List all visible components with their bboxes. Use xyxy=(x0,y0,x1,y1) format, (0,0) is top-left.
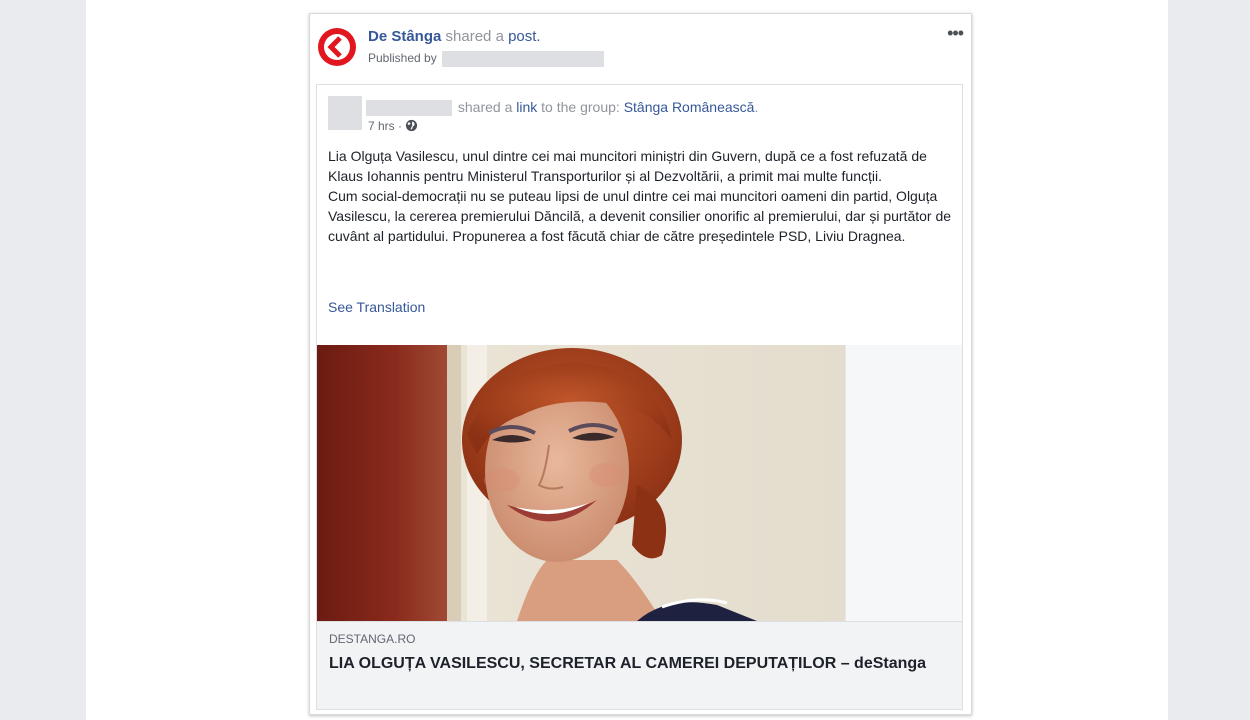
group-suffix: . xyxy=(754,99,759,115)
redacted-user-name[interactable] xyxy=(366,100,452,117)
time-separator: · xyxy=(398,119,403,133)
page-name-link[interactable]: De Stânga xyxy=(368,28,441,45)
shared-post-card: De Stânga shared a post. Published by ••… xyxy=(309,13,972,715)
post-paragraph-2: Cum social-democrații nu se puteau lipsi… xyxy=(328,188,952,244)
link-title[interactable]: LIA OLGUȚA VASILESCU, SECRETAR AL CAMERE… xyxy=(329,653,939,675)
shared-inner-post: shared a link to the group: Stânga Român… xyxy=(316,84,963,710)
more-options-icon[interactable]: ••• xyxy=(947,24,964,42)
globe-icon[interactable] xyxy=(405,119,418,132)
page-logo-avatar[interactable] xyxy=(318,28,356,66)
post-header: De Stânga shared a post. xyxy=(368,28,541,45)
group-name-link[interactable]: Stânga Românească xyxy=(624,99,755,115)
link-domain: DESTANGA.RO xyxy=(329,632,416,646)
post-paragraph-1: Lia Olguța Vasilescu, unul dintre cei ma… xyxy=(328,148,927,184)
photo-side-area xyxy=(845,345,962,621)
shared-link-word[interactable]: link xyxy=(516,99,537,115)
link-preview-photo[interactable] xyxy=(317,345,845,621)
woman-portrait-image xyxy=(317,345,845,621)
post-body-text: Lia Olguța Vasilescu, unul dintre cei ma… xyxy=(328,146,953,246)
inner-shared-text: shared a xyxy=(457,99,513,115)
published-by-label: Published by xyxy=(368,51,437,66)
published-by-line: Published by xyxy=(368,51,605,67)
redacted-user-avatar[interactable] xyxy=(328,96,362,130)
post-time[interactable]: 7 hrs xyxy=(368,119,395,133)
post-link[interactable]: post. xyxy=(508,28,541,45)
shared-text: shared a xyxy=(445,28,504,45)
inner-post-header: shared a link to the group: Stânga Român… xyxy=(366,99,759,117)
chevron-left-icon xyxy=(324,34,350,60)
link-preview-box[interactable]: DESTANGA.RO LIA OLGUȚA VASILESCU, SECRET… xyxy=(317,621,962,709)
see-translation-link[interactable]: See Translation xyxy=(328,299,425,315)
to-group-text: to the group: xyxy=(541,99,620,115)
redacted-publisher-name xyxy=(442,51,605,67)
post-timestamp-line: 7 hrs · xyxy=(368,119,418,133)
